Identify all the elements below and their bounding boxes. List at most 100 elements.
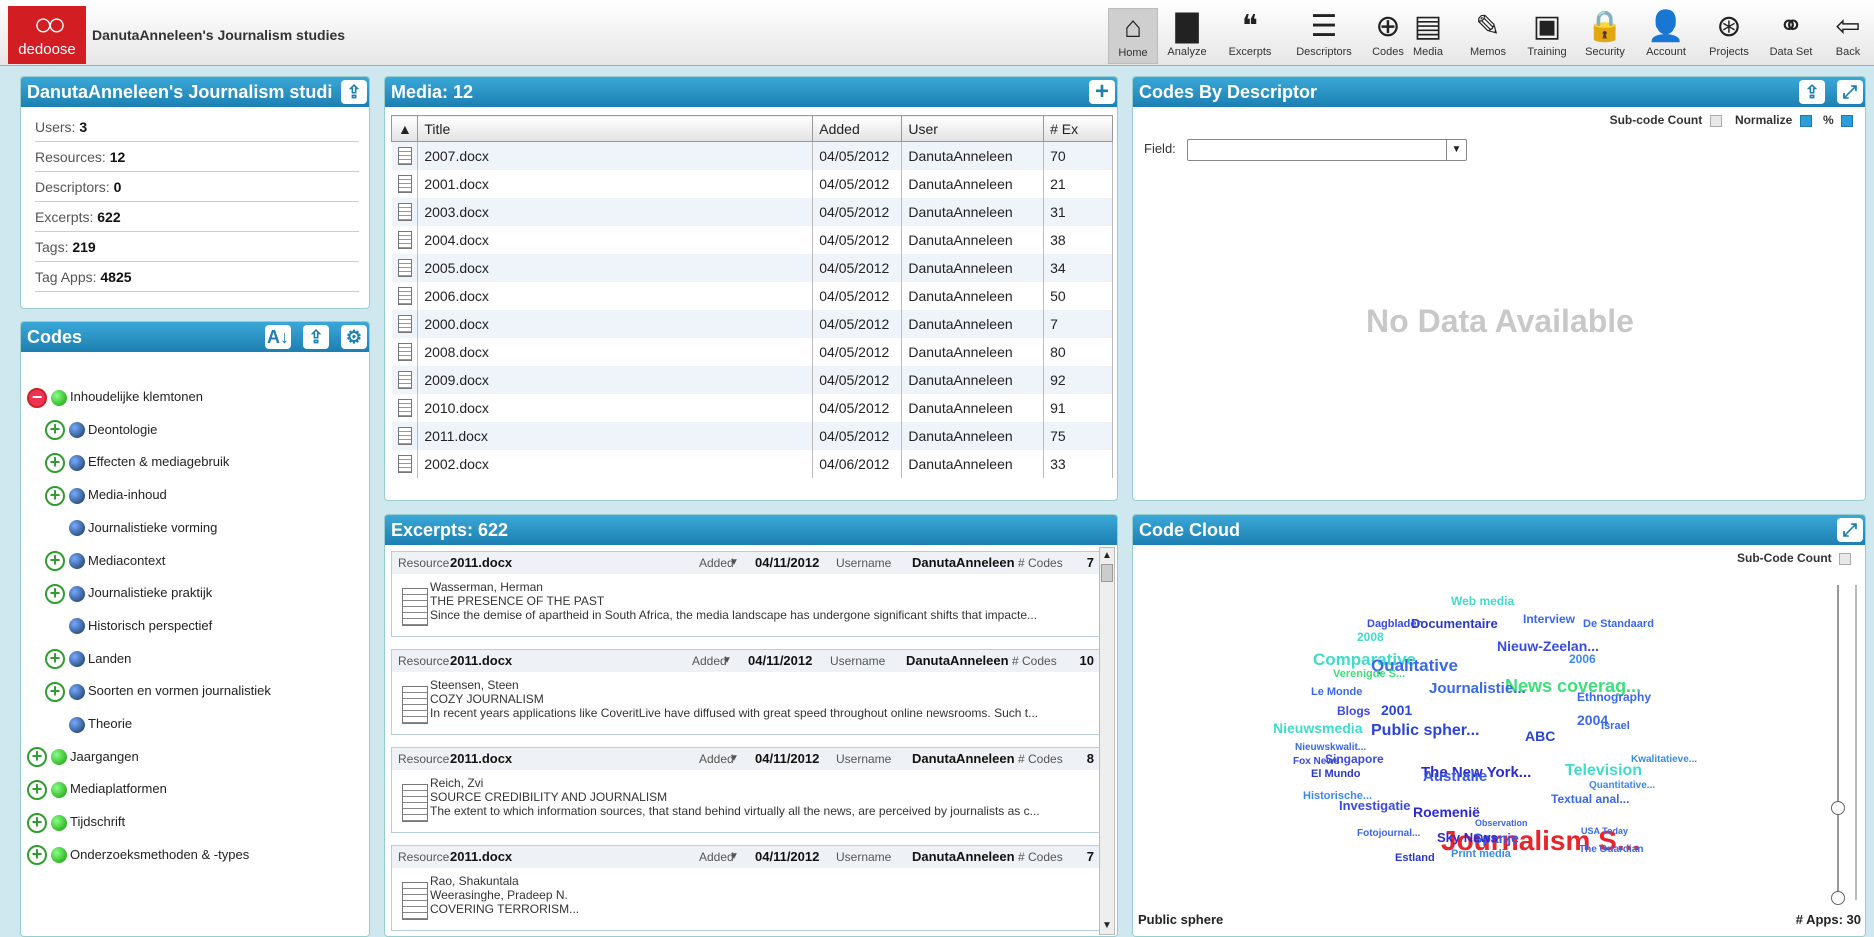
nav-excerpts-button[interactable]: ❝ Excerpts — [1220, 8, 1280, 64]
dedoose-logo[interactable]: ○○ dedoose — [8, 6, 86, 64]
code-cloud-word[interactable]: 2008 — [1357, 631, 1384, 643]
code-tree-item[interactable]: Theorie — [45, 713, 132, 735]
code-tree-item[interactable]: Historisch perspectief — [45, 615, 212, 637]
percent-checkbox[interactable] — [1841, 114, 1853, 127]
code-cloud-word[interactable]: Nieuw-Zeelan... — [1497, 639, 1599, 653]
sort-arrow-icon[interactable]: ▼ — [722, 650, 732, 672]
nav-projects-button[interactable]: ⊛ Projects — [1704, 8, 1754, 64]
code-cloud-word[interactable]: Nieuwskwalit... — [1295, 743, 1366, 753]
code-cloud-word[interactable]: Observation — [1475, 819, 1528, 828]
table-row[interactable]: 2001.docx 04/05/2012 DanutaAnneleen 21 — [391, 169, 1113, 198]
code-tree-item[interactable]: + Onderzoeksmethoden & -types — [27, 844, 249, 866]
code-cloud-word[interactable]: 2006 — [1569, 653, 1596, 665]
code-cloud-word[interactable]: Israel — [1601, 721, 1630, 732]
table-row[interactable]: 2009.docx 04/05/2012 DanutaAnneleen 92 — [391, 365, 1113, 394]
table-row[interactable]: 2007.docx 04/05/2012 DanutaAnneleen 70 — [391, 141, 1113, 170]
excerpt-card[interactable]: Resource 2011.docx Added 04/11/2012 Username… — [391, 551, 1101, 637]
table-row[interactable]: 2011.docx 04/05/2012 DanutaAnneleen 75 — [391, 421, 1113, 450]
expand-icon[interactable]: + — [27, 812, 47, 833]
code-tree-item[interactable]: + Mediaplatformen — [27, 778, 167, 800]
code-cloud-word[interactable]: Public spher... — [1371, 723, 1479, 739]
sort-alpha-icon[interactable]: A↓ — [265, 325, 291, 349]
column-header[interactable]: ▲ — [390, 115, 419, 142]
expand-icon[interactable]: + — [45, 551, 65, 572]
code-cloud-word[interactable]: Interview — [1523, 613, 1575, 625]
column-header[interactable]: Added — [812, 115, 903, 142]
code-cloud-word[interactable]: Verenigde S... — [1333, 669, 1405, 680]
field-select[interactable]: ▼ — [1187, 139, 1467, 161]
nav-account-button[interactable]: 👤 Account — [1638, 8, 1694, 64]
expand-icon[interactable]: + — [27, 845, 47, 866]
excerpt-card[interactable]: Resource 2011.docx Added 04/11/2012 Username… — [391, 649, 1101, 735]
code-cloud-word[interactable]: Television — [1565, 763, 1642, 779]
nav-data-set-button[interactable]: ⚭ Data Set — [1760, 8, 1822, 64]
code-tree-item[interactable]: + Media-inhoud — [45, 484, 167, 506]
column-header[interactable]: User — [901, 115, 1045, 142]
nav-home-button[interactable]: ⌂ Home — [1108, 8, 1158, 64]
code-cloud-word[interactable]: Blogs — [1337, 705, 1370, 717]
subcode-count-checkbox[interactable] — [1709, 114, 1722, 127]
code-tree-item[interactable]: − Inhoudelijke klemtonen — [27, 386, 203, 408]
add-media-icon[interactable]: + — [1089, 80, 1115, 104]
export-icon[interactable]: ⇪ — [341, 80, 367, 104]
code-cloud-word[interactable]: Quantitative... — [1589, 781, 1655, 791]
cloud-slider-track[interactable] — [1837, 585, 1839, 900]
excerpt-card[interactable]: Resource 2011.docx Added 04/11/2012 Username… — [391, 845, 1101, 931]
nav-training-button[interactable]: ▣ Training — [1520, 8, 1574, 64]
code-tree-item[interactable]: + Tijdschrift — [27, 811, 125, 833]
table-row[interactable]: 2002.docx 04/06/2012 DanutaAnneleen 33 — [391, 449, 1113, 478]
export-icon[interactable]: ⇪ — [1799, 80, 1825, 104]
nav-back-button[interactable]: ⇦ Back — [1828, 8, 1868, 64]
table-row[interactable]: 2004.docx 04/05/2012 DanutaAnneleen 38 — [391, 225, 1113, 254]
collapse-icon[interactable]: − — [27, 387, 47, 408]
code-cloud-word[interactable]: Fotojournal... — [1357, 829, 1420, 839]
code-cloud-word[interactable]: Print media — [1451, 849, 1511, 860]
table-row[interactable]: 2003.docx 04/05/2012 DanutaAnneleen 31 — [391, 197, 1113, 226]
code-cloud-word[interactable]: Dagbladen — [1367, 619, 1423, 630]
code-tree-item[interactable]: + Journalistieke praktijk — [45, 582, 212, 604]
scrollbar-thumb[interactable] — [1101, 564, 1113, 582]
code-tree-item[interactable]: + Landen — [45, 648, 131, 670]
code-tree-item[interactable]: Journalistieke vorming — [45, 517, 217, 539]
code-cloud-word[interactable]: The Guardian — [1579, 845, 1643, 855]
gear-icon[interactable]: ⚙ — [341, 325, 367, 349]
code-cloud-word[interactable]: USA Today — [1581, 827, 1628, 836]
expand-icon[interactable]: + — [45, 452, 65, 473]
column-header[interactable]: # Ex — [1043, 115, 1113, 142]
normalize-checkbox[interactable] — [1799, 114, 1812, 127]
code-tree-item[interactable]: + Mediacontext — [45, 550, 165, 572]
code-tree-item[interactable]: + Effecten & mediagebruik — [45, 451, 229, 473]
expand-icon[interactable]: + — [45, 485, 65, 506]
table-row[interactable]: 2010.docx 04/05/2012 DanutaAnneleen 91 — [391, 393, 1113, 422]
expand-icon[interactable]: + — [45, 583, 65, 604]
sort-arrow-icon[interactable]: ▼ — [729, 552, 739, 574]
export-icon[interactable]: ⇪ — [303, 325, 329, 349]
code-cloud-word[interactable]: Journalistie... — [1429, 681, 1526, 696]
code-cloud-word[interactable]: El Mundo — [1311, 769, 1361, 780]
expand-icon[interactable]: + — [27, 779, 47, 800]
code-cloud-word[interactable]: Web media — [1451, 595, 1514, 607]
column-header[interactable]: Title — [417, 115, 814, 142]
expand-icon[interactable]: ⤢ — [1837, 80, 1863, 104]
code-cloud-word[interactable]: Historische... — [1303, 791, 1372, 802]
nav-descriptors-button[interactable]: ☰ Descriptors — [1282, 8, 1366, 64]
chevron-down-icon[interactable]: ▼ — [1446, 140, 1466, 160]
sort-arrow-icon[interactable]: ▼ — [729, 846, 739, 868]
expand-icon[interactable]: + — [45, 681, 65, 702]
code-cloud-word[interactable]: Fox News — [1293, 757, 1340, 767]
code-cloud-word[interactable]: Le Monde — [1311, 687, 1362, 698]
code-tree-item[interactable]: + Deontologie — [45, 419, 157, 441]
code-cloud-word[interactable]: Nieuwsmedia — [1273, 721, 1362, 735]
cloud-slider-handle[interactable] — [1831, 801, 1845, 815]
code-cloud-word[interactable]: 2001 — [1381, 703, 1412, 717]
code-tree-item[interactable]: + Jaargangen — [27, 746, 139, 768]
nav-memos-button[interactable]: ✎ Memos — [1460, 8, 1516, 64]
code-cloud-word[interactable]: Documentaire — [1411, 617, 1498, 630]
code-cloud-word[interactable]: Estland — [1395, 853, 1435, 864]
nav-analyze-button[interactable]: ▇ Analyze — [1160, 8, 1214, 64]
table-row[interactable]: 2000.docx 04/05/2012 DanutaAnneleen 7 — [391, 309, 1113, 338]
nav-media-button[interactable]: ▤ Media — [1404, 8, 1452, 64]
table-row[interactable]: 2008.docx 04/05/2012 DanutaAnneleen 80 — [391, 337, 1113, 366]
table-row[interactable]: 2005.docx 04/05/2012 DanutaAnneleen 34 — [391, 253, 1113, 282]
code-cloud-word[interactable]: Australie — [1423, 769, 1487, 784]
